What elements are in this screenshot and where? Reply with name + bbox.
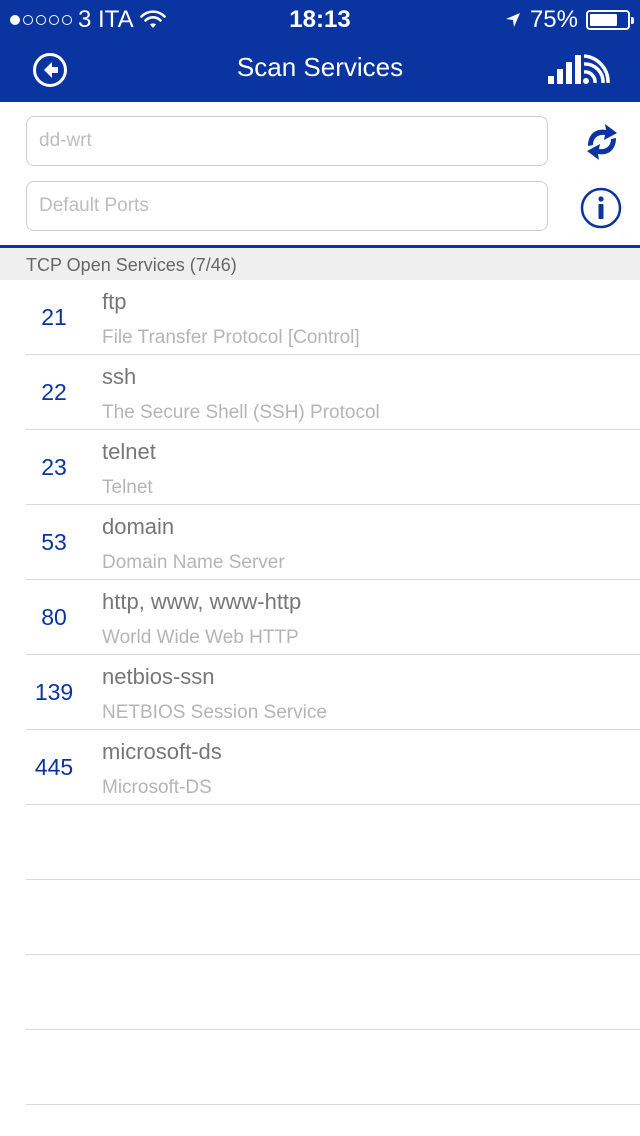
list-item[interactable]: 445 microsoft-ds Microsoft-DS	[26, 730, 640, 805]
location-arrow-icon	[505, 13, 520, 27]
empty-row	[26, 955, 640, 1030]
service-description: Microsoft-DS	[102, 777, 212, 798]
services-list: 21 ftp File Transfer Protocol [Control] …	[0, 280, 640, 1105]
section-title: TCP Open Services (7/46)	[26, 255, 237, 275]
status-bar: 3 ITA 18:13 75%	[0, 0, 640, 36]
service-description: NETBIOS Session Service	[102, 702, 327, 723]
list-item[interactable]: 22 ssh The Secure Shell (SSH) Protocol	[26, 355, 640, 430]
empty-row	[26, 880, 640, 955]
refresh-button[interactable]	[580, 120, 624, 164]
host-field[interactable]	[26, 116, 548, 166]
navigation-bar: Scan Services	[0, 36, 640, 102]
signal-wifi-button[interactable]	[546, 50, 610, 86]
port-number: 445	[34, 754, 74, 780]
service-name: ftp	[102, 289, 127, 314]
port-number: 21	[41, 304, 67, 330]
ports-field[interactable]	[26, 181, 548, 231]
list-item[interactable]: 139 netbios-ssn NETBIOS Session Service	[26, 655, 640, 730]
section-header: TCP Open Services (7/46)	[0, 248, 640, 280]
service-name: ssh	[102, 364, 137, 389]
top-bar: 3 ITA 18:13 75% Scan Services	[0, 0, 640, 102]
port-number: 22	[41, 379, 67, 405]
service-name: telnet	[102, 439, 156, 464]
ports-input[interactable]	[27, 182, 547, 230]
service-name: microsoft-ds	[102, 739, 222, 764]
port-number: 80	[41, 604, 67, 630]
service-name: http, www, www-http	[102, 589, 302, 614]
empty-row	[26, 1030, 640, 1105]
list-item[interactable]: 80 http, www, www-http World Wide Web HT…	[26, 580, 640, 655]
info-button[interactable]	[580, 187, 622, 229]
list-item[interactable]: 21 ftp File Transfer Protocol [Control]	[26, 280, 640, 355]
service-description: World Wide Web HTTP	[102, 627, 299, 648]
service-name: netbios-ssn	[102, 664, 215, 689]
service-description: The Secure Shell (SSH) Protocol	[102, 402, 380, 423]
port-number: 23	[41, 454, 67, 480]
page-title: Scan Services	[236, 52, 404, 82]
list-item[interactable]: 23 telnet Telnet	[26, 430, 640, 505]
empty-row	[26, 805, 640, 880]
status-right: 75%	[504, 6, 634, 34]
battery-fill	[590, 14, 617, 26]
list-item[interactable]: 53 domain Domain Name Server	[26, 505, 640, 580]
service-description: Telnet	[102, 477, 153, 498]
port-number: 53	[41, 529, 67, 555]
service-description: Domain Name Server	[102, 552, 285, 573]
host-input[interactable]	[27, 117, 547, 165]
service-name: domain	[102, 514, 175, 539]
service-description: File Transfer Protocol [Control]	[102, 327, 360, 348]
battery-percent: 75%	[529, 6, 578, 33]
battery-icon	[586, 10, 634, 30]
port-number: 139	[34, 679, 74, 705]
